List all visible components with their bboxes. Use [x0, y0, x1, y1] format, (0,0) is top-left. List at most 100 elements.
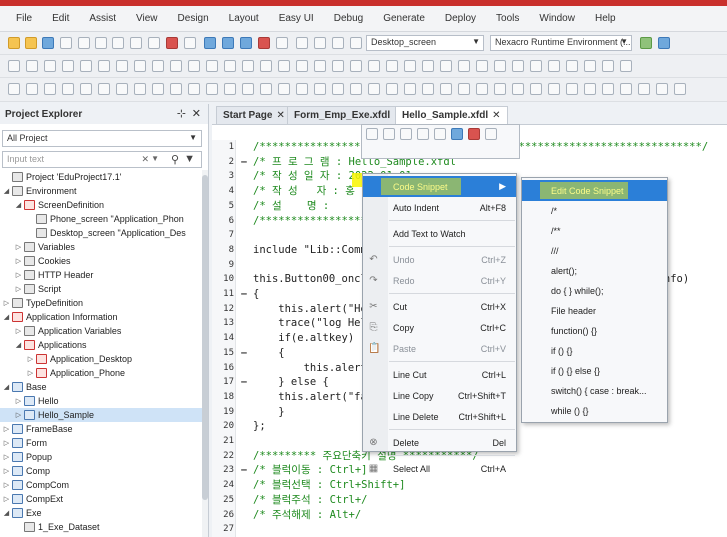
tree-item[interactable]: ◢ Application Information — [0, 310, 202, 324]
toolbar-button[interactable] — [512, 83, 524, 95]
tab-0[interactable]: Start Page ✕ — [216, 106, 292, 124]
expand-icon[interactable]: ▷ — [14, 271, 23, 279]
toolbar-button[interactable] — [314, 37, 326, 49]
close-icon[interactable]: ✕ — [276, 110, 284, 121]
expand-icon[interactable]: ▷ — [14, 327, 23, 335]
tree-item[interactable]: ▷ Hello_Sample — [0, 408, 202, 422]
toolbar-button[interactable] — [512, 60, 524, 72]
code-line[interactable]: /* 블럭이동 : Ctrl+] — [253, 463, 368, 478]
expand-icon[interactable]: ▷ — [14, 397, 23, 405]
tree-item[interactable]: ◢ Base — [0, 380, 202, 394]
code-line[interactable]: /* 블럭선택 : Ctrl+Shift+] — [253, 478, 405, 493]
chevron-down-icon[interactable]: ▼ — [151, 154, 159, 163]
toolbar-button[interactable] — [224, 60, 236, 72]
toolbar-button[interactable] — [314, 83, 326, 95]
toolbar-button[interactable] — [260, 83, 272, 95]
toolbar-button[interactable] — [134, 83, 146, 95]
context-menu-item[interactable]: ↶ Undo Ctrl+Z — [363, 249, 516, 270]
toolbar-button[interactable] — [296, 60, 308, 72]
toolbar-button[interactable] — [204, 37, 216, 49]
context-menu-item[interactable]: ⎘ Copy Ctrl+C — [363, 317, 516, 338]
code-line[interactable]: this.alert( — [253, 361, 374, 376]
menu-item[interactable]: Generate — [373, 13, 435, 24]
code-line[interactable]: /* 블럭주석 : Ctrl+/ — [253, 493, 368, 508]
toolbar-button[interactable] — [148, 37, 160, 49]
toolbar-button[interactable] — [602, 60, 614, 72]
expand-icon[interactable]: ▷ — [14, 285, 23, 293]
toolbar-button[interactable] — [152, 83, 164, 95]
toolbar-button[interactable] — [116, 83, 128, 95]
toolbar-button[interactable] — [112, 37, 124, 49]
tree-item[interactable]: ▷ CompCom — [0, 478, 202, 492]
clear-icon[interactable]: ✕ — [141, 154, 149, 165]
snippet-item[interactable]: if () {} else {} — [522, 360, 667, 381]
toolbar-button[interactable] — [422, 83, 434, 95]
tree-item[interactable]: ◢ Environment — [0, 184, 202, 198]
toolbar-button[interactable] — [386, 60, 398, 72]
menu-item[interactable]: Edit — [42, 13, 79, 24]
tree-item[interactable]: ▷ Cookies — [0, 254, 202, 268]
toolbar-button[interactable] — [26, 60, 38, 72]
close-icon[interactable]: ✕ — [492, 110, 500, 121]
toolbar-button[interactable] — [44, 60, 56, 72]
menu-item[interactable]: Easy UI — [269, 13, 324, 24]
fold-icon[interactable]: ━ — [238, 375, 250, 390]
tree-item[interactable]: ▷ Application_Desktop — [0, 352, 202, 366]
toolbar-button[interactable] — [242, 60, 254, 72]
code-line[interactable]: this.alert("fal — [253, 390, 373, 405]
toolbar-button[interactable] — [78, 37, 90, 49]
tree-item[interactable]: ▷ Application_Phone — [0, 366, 202, 380]
toolbar-button[interactable] — [296, 83, 308, 95]
env-select[interactable]: Nexacro Runtime Environment (... ▼ — [490, 35, 632, 51]
toolbar-button[interactable] — [620, 60, 632, 72]
toolbar-button[interactable] — [276, 37, 288, 49]
search-input[interactable]: Input text ✕ ▼ ⚲ ▼ — [2, 151, 202, 168]
toolbar-button[interactable] — [476, 60, 488, 72]
expand-icon[interactable]: ◢ — [2, 313, 11, 321]
toolbar-button[interactable] — [485, 128, 497, 140]
toolbar-button[interactable] — [240, 37, 252, 49]
code-line[interactable]: { — [253, 287, 259, 302]
toolbar-button[interactable] — [224, 83, 236, 95]
toolbar-button[interactable] — [260, 60, 272, 72]
toolbar-button[interactable] — [258, 37, 270, 49]
menu-item[interactable]: Assist — [79, 13, 126, 24]
snippet-item[interactable]: /* — [522, 200, 667, 221]
toolbar-button[interactable] — [184, 37, 196, 49]
menu-item[interactable]: View — [126, 13, 168, 24]
code-line[interactable]: /* 작 성 자 : 홍 — [253, 184, 355, 199]
toolbar-button[interactable] — [170, 60, 182, 72]
tree-item[interactable]: ▷ FrameBase — [0, 422, 202, 436]
menu-item[interactable]: Tools — [486, 13, 529, 24]
tree-item[interactable]: ▷ Hello — [0, 394, 202, 408]
code-line[interactable]: { — [253, 346, 284, 361]
toolbar-button[interactable] — [350, 60, 362, 72]
toolbar-button[interactable] — [188, 60, 200, 72]
menu-item[interactable]: Layout — [219, 13, 269, 24]
toolbar-button[interactable] — [383, 128, 395, 140]
expand-icon[interactable]: ▷ — [2, 481, 11, 489]
context-menu-item[interactable]: ▦ Select All Ctrl+A — [363, 458, 516, 479]
toolbar-button[interactable] — [656, 83, 668, 95]
toolbar-button[interactable] — [42, 37, 54, 49]
toolbar-button[interactable] — [368, 60, 380, 72]
toolbar-button[interactable] — [134, 60, 146, 72]
snippet-item[interactable]: switch() { case : break... — [522, 380, 667, 401]
toolbar-button[interactable] — [152, 60, 164, 72]
toolbar-button[interactable] — [476, 83, 488, 95]
toolbar-button[interactable] — [458, 83, 470, 95]
toolbar-button[interactable] — [620, 83, 632, 95]
toolbar-button[interactable] — [584, 60, 596, 72]
toolbar-button[interactable] — [98, 60, 110, 72]
code-line[interactable]: if(e.altkey) — [253, 331, 354, 346]
toolbar-button[interactable] — [602, 83, 614, 95]
toolbar-button[interactable] — [368, 83, 380, 95]
tree-item[interactable]: ▷ CompExt — [0, 492, 202, 506]
tab-2[interactable]: Hello_Sample.xfdl ✕ — [395, 106, 508, 124]
toolbar-button[interactable] — [530, 60, 542, 72]
menu-item[interactable]: Debug — [324, 13, 373, 24]
expand-icon[interactable]: ▷ — [26, 369, 35, 377]
toolbar-button[interactable] — [278, 83, 290, 95]
context-menu-item[interactable]: Line Copy Ctrl+Shift+T — [363, 385, 516, 406]
close-icon[interactable]: ✕ — [192, 107, 201, 120]
